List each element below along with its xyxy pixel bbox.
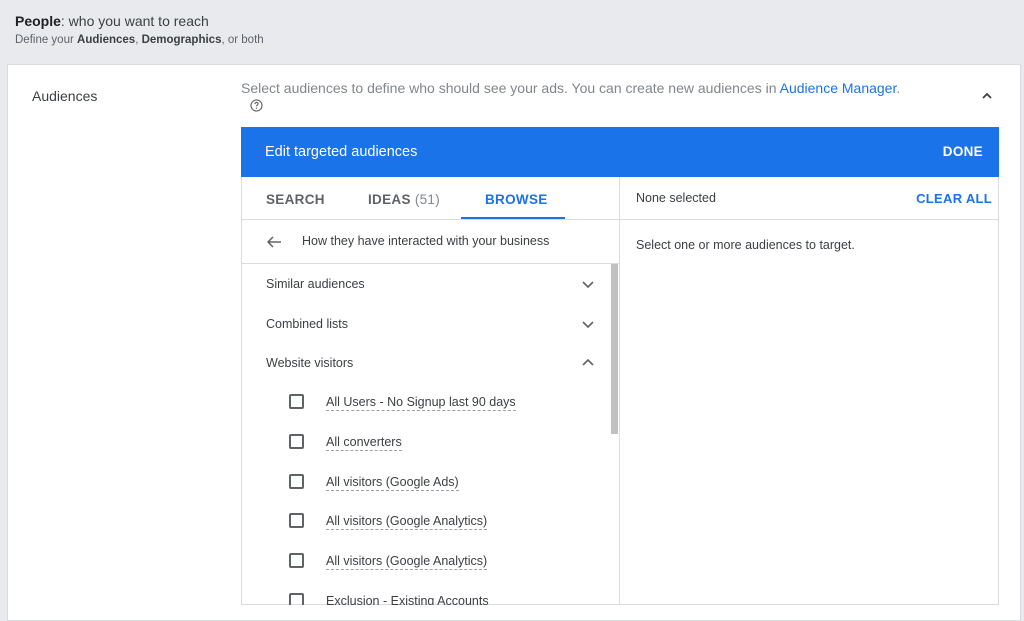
help-icon[interactable]	[250, 99, 263, 112]
checkbox[interactable]	[289, 513, 304, 528]
category-label: Website visitors	[266, 356, 354, 370]
checkbox[interactable]	[289, 434, 304, 449]
description-end: .	[896, 80, 901, 96]
active-tab-indicator	[461, 217, 565, 219]
breadcrumb-label: How they have interacted with your busin…	[302, 234, 550, 248]
selected-column: None selected CLEAR ALL Select one or mo…	[620, 177, 998, 605]
item-label: All visitors (Google Ads)	[326, 475, 459, 491]
breadcrumb: How they have interacted with your busin…	[242, 220, 620, 264]
description-text: Select audiences to define who should se…	[241, 80, 780, 96]
list-item[interactable]: All visitors (Google Ads)	[289, 474, 589, 494]
list-item[interactable]: All visitors (Google Analytics)	[289, 553, 589, 573]
selection-status: None selected	[636, 191, 716, 205]
audiences-label: Audiences	[32, 88, 98, 104]
category-label: Similar audiences	[266, 277, 365, 291]
chevron-down-icon	[582, 321, 594, 329]
list-item[interactable]: All visitors (Google Analytics)	[289, 513, 589, 533]
item-label: Exclusion - Existing Accounts	[326, 594, 489, 605]
scrollbar-thumb[interactable]	[611, 264, 618, 434]
section-title-bold: People	[15, 13, 61, 29]
subtitle-demographics: Demographics	[141, 34, 222, 46]
chevron-up-icon[interactable]	[978, 87, 996, 105]
audiences-description: Select audiences to define who should se…	[241, 79, 961, 97]
audience-manager-link[interactable]: Audience Manager	[780, 80, 897, 96]
selected-header: None selected CLEAR ALL	[620, 177, 998, 220]
back-arrow-icon[interactable]	[265, 233, 283, 251]
subtitle-pre: Define your	[15, 34, 78, 46]
edit-audiences-panel: Edit targeted audiences DONE SEARCH IDEA…	[241, 127, 999, 605]
panel-header: Edit targeted audiences DONE	[241, 127, 999, 177]
section-title-rest: : who you want to reach	[60, 13, 209, 29]
category-similar-audiences[interactable]: Similar audiences	[266, 277, 596, 291]
subtitle-post: , or both	[221, 34, 264, 46]
tab-ideas-count: (51)	[414, 192, 441, 207]
chevron-up-icon	[582, 358, 594, 366]
checkbox[interactable]	[289, 553, 304, 568]
category-combined-lists[interactable]: Combined lists	[266, 317, 596, 331]
panel-title: Edit targeted audiences	[265, 144, 418, 160]
category-website-visitors[interactable]: Website visitors	[266, 356, 596, 370]
audience-list: Similar audiences Combined lists Website…	[242, 264, 620, 605]
clear-all-button[interactable]: CLEAR ALL	[916, 191, 992, 206]
list-item[interactable]: All Users - No Signup last 90 days	[289, 394, 589, 414]
item-label: All visitors (Google Analytics)	[326, 514, 488, 530]
item-label: All converters	[326, 435, 402, 451]
tab-browse-label: BROWSE	[485, 192, 548, 207]
list-item[interactable]: All converters	[289, 434, 589, 454]
item-label: All visitors (Google Analytics)	[326, 554, 488, 570]
tab-ideas-label: IDEAS	[368, 192, 411, 207]
tab-bar: SEARCH IDEAS (51) BROWSE	[242, 177, 620, 220]
tab-search[interactable]: SEARCH	[266, 192, 325, 207]
checkbox[interactable]	[289, 474, 304, 489]
category-label: Combined lists	[266, 317, 348, 331]
item-label: All Users - No Signup last 90 days	[326, 395, 516, 411]
browse-column: SEARCH IDEAS (51) BROWSE How they have i…	[242, 177, 620, 605]
empty-selection-message: Select one or more audiences to target.	[636, 238, 855, 252]
tab-ideas[interactable]: IDEAS (51)	[368, 192, 440, 207]
tab-search-label: SEARCH	[266, 192, 325, 207]
audiences-card: Audiences Select audiences to define who…	[7, 64, 1021, 621]
section-header: People: who you want to reach Define you…	[0, 0, 1024, 62]
section-title: People: who you want to reach	[15, 13, 209, 29]
done-button[interactable]: DONE	[943, 144, 983, 159]
subtitle-audiences: Audiences	[77, 34, 136, 46]
tab-browse[interactable]: BROWSE	[485, 192, 548, 207]
checkbox[interactable]	[289, 394, 304, 409]
scrollbar[interactable]	[610, 264, 619, 605]
checkbox[interactable]	[289, 593, 304, 605]
section-subtitle: Define your Audiences, Demographics, or …	[15, 34, 264, 46]
chevron-down-icon	[582, 281, 594, 289]
list-item[interactable]: Exclusion - Existing Accounts	[289, 593, 589, 605]
